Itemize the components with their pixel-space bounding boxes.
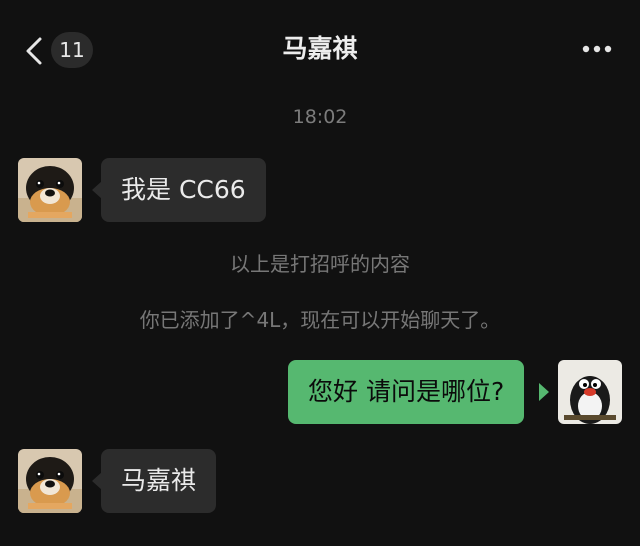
dog-avatar-icon: [18, 158, 82, 222]
chat-title: 马嘉祺: [282, 34, 358, 63]
bubble-tail: [539, 383, 549, 401]
contact-avatar[interactable]: [18, 449, 82, 513]
system-notice: 你已添加了^4L，现在可以开始聊天了。: [139, 308, 501, 332]
chat-header: 11 马嘉祺: [0, 0, 640, 100]
more-dots-icon[interactable]: [578, 39, 618, 59]
contact-avatar[interactable]: [18, 158, 82, 222]
system-notice: 以上是打招呼的内容: [230, 252, 410, 276]
incoming-message[interactable]: 我是 CC66: [101, 158, 266, 222]
incoming-message[interactable]: 马嘉祺: [101, 449, 217, 513]
outgoing-message[interactable]: 您好 请问是哪位?: [288, 360, 525, 424]
penguin-avatar-icon: [558, 360, 622, 424]
self-avatar[interactable]: [558, 360, 622, 424]
message-timestamp: 18:02: [292, 106, 348, 128]
dog-avatar-icon: [18, 449, 82, 513]
